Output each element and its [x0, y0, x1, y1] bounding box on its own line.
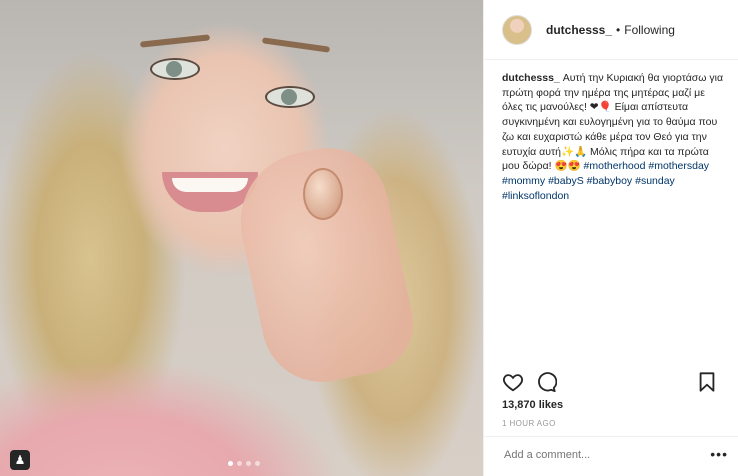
action-bar: [502, 371, 722, 395]
carousel-dot[interactable]: [246, 461, 251, 466]
post-header: dutchesss_ • Following: [484, 0, 738, 60]
tagged-user-icon[interactable]: ♟: [10, 450, 30, 470]
right-eye: [265, 86, 315, 108]
instagram-post: ♟ dutchesss_ • Following dutchesss_ Αυτή…: [0, 0, 738, 476]
ring: [303, 168, 343, 220]
caption-text: Αυτή την Κυριακή θα γιορτάσω για πρώτη φ…: [502, 72, 724, 173]
caption-username[interactable]: dutchesss_: [502, 72, 560, 84]
hashtag-link[interactable]: #sunday: [635, 175, 675, 187]
comment-input[interactable]: [502, 448, 696, 462]
carousel-dot[interactable]: [237, 461, 242, 466]
hashtag-link[interactable]: #motherhood: [584, 160, 646, 172]
right-eyebrow: [261, 37, 331, 53]
post-timestamp: 1 HOUR AGO: [502, 419, 556, 428]
carousel-dot[interactable]: [228, 461, 233, 466]
hashtag-link[interactable]: #linksoflondon: [502, 190, 569, 202]
comment-icon[interactable]: [535, 371, 557, 393]
left-eye: [150, 58, 200, 80]
likes-count[interactable]: 13,870 likes: [502, 399, 563, 411]
more-options-icon[interactable]: •••: [710, 446, 728, 462]
post-photo[interactable]: ♟: [0, 0, 483, 476]
hashtag-link[interactable]: #mommy: [502, 175, 545, 187]
separator-dot: •: [616, 22, 621, 37]
bookmark-icon[interactable]: [696, 371, 718, 393]
left-eyebrow: [139, 34, 211, 48]
following-button[interactable]: Following: [624, 23, 675, 37]
comment-box: •••: [484, 436, 738, 476]
hashtag-link[interactable]: #babyboy: [587, 175, 633, 187]
post-sidebar: dutchesss_ • Following dutchesss_ Αυτή τ…: [483, 0, 738, 476]
header-username[interactable]: dutchesss_: [546, 23, 612, 37]
hashtag-link[interactable]: #babyS: [548, 175, 584, 187]
pink-shirt: [0, 306, 483, 476]
hashtag-link[interactable]: #mothersday: [648, 160, 709, 172]
heart-icon[interactable]: [502, 371, 524, 393]
carousel-dot[interactable]: [255, 461, 260, 466]
carousel-dots: [228, 461, 260, 466]
caption: dutchesss_ Αυτή την Κυριακή θα γιορτάσω …: [502, 71, 728, 203]
avatar[interactable]: [502, 14, 532, 45]
